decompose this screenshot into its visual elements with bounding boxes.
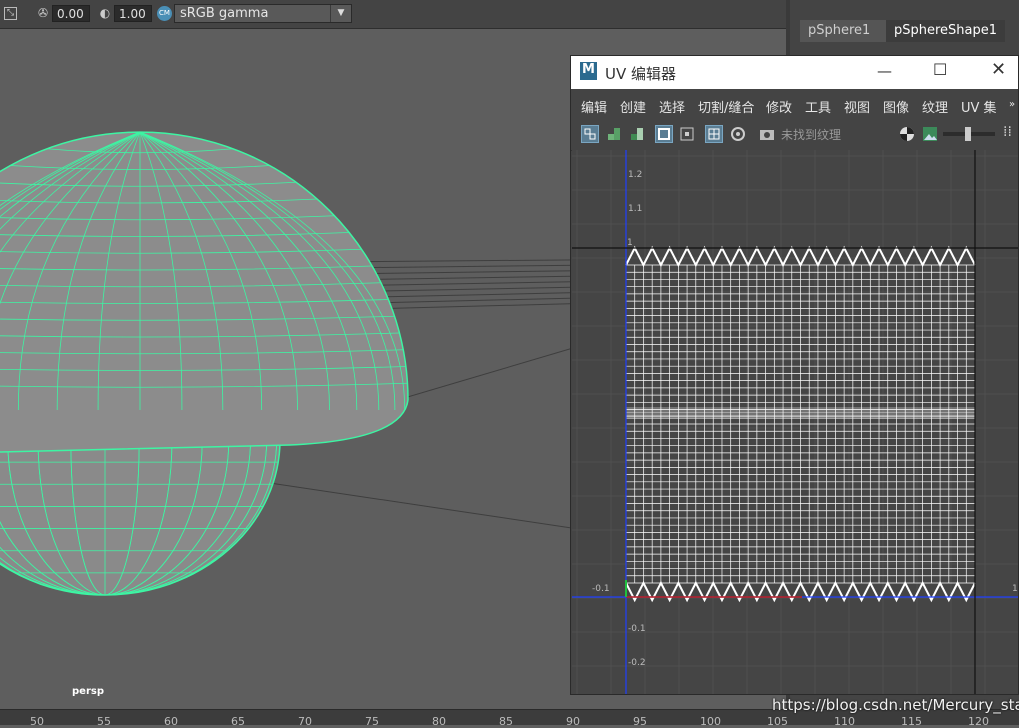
gamma-field[interactable]: 1.00 [114, 5, 152, 22]
timeline-tick: 95 [633, 715, 647, 728]
checker-green-icon[interactable] [605, 125, 623, 143]
menu-cut-sew[interactable]: 切割/缝合 [698, 97, 754, 116]
maximize-button[interactable]: ☐ [933, 60, 947, 79]
uv-menubar: 编辑 创建 选择 切割/缝合 修改 工具 视图 图像 纹理 UV 集 » [571, 89, 1018, 119]
pixel-snap-icon[interactable] [729, 125, 747, 143]
axis-label-u-minus-0-1: -0.1 [592, 584, 610, 594]
distortion-icon[interactable] [678, 125, 696, 143]
uv-layout: 1.2 1.1 1 -0.1 -0.1 -0.2 1 [572, 150, 1018, 694]
timeline-tick: 115 [901, 715, 922, 728]
exposure-field[interactable]: 0.00 [52, 5, 90, 22]
timeline-tick: 105 [767, 715, 788, 728]
menu-uv-sets[interactable]: UV 集 [961, 97, 997, 116]
brightness-slider[interactable] [943, 127, 995, 141]
menu-modify[interactable]: 修改 [766, 97, 792, 116]
uv-toolbar: 未找到纹理 ⁞⁞ [571, 119, 1018, 151]
checker-map-icon[interactable] [898, 125, 916, 143]
exposure-icon[interactable]: ✇ [36, 6, 50, 20]
timeline-tick: 85 [499, 715, 513, 728]
close-button[interactable]: ✕ [991, 59, 1006, 80]
timeline-tick: 65 [231, 715, 245, 728]
menu-tools[interactable]: 工具 [805, 97, 831, 116]
resolution-gate-icon[interactable]: ⤡ [4, 7, 17, 20]
axis-label-u-1: 1 [1012, 584, 1018, 594]
uv-editor-titlebar[interactable]: M UV 编辑器 — ☐ ✕ [571, 56, 1018, 89]
menu-create[interactable]: 创建 [620, 97, 646, 116]
menu-textures[interactable]: 纹理 [922, 97, 948, 116]
watermark-text: https://blog.csdn.net/Mercury_star [772, 696, 1019, 714]
tab-psphereshape1[interactable]: pSphereShape1 [886, 20, 1006, 42]
color-management-icon[interactable]: CM [157, 6, 172, 21]
uv-shell-icon[interactable] [581, 125, 599, 143]
gamma-icon[interactable]: ◐ [98, 6, 112, 20]
image-display-icon[interactable] [921, 125, 939, 143]
timeline-tick: 75 [365, 715, 379, 728]
viewport-toolbar: ⤡ ✇ 0.00 ◐ 1.00 CM sRGB gamma ▼ [0, 0, 786, 29]
axis-label-v-1-2: 1.2 [628, 170, 642, 180]
camera-label: persp [72, 686, 104, 697]
color-space-dropdown[interactable]: sRGB gamma ▼ [174, 4, 352, 23]
camera-icon[interactable] [758, 125, 776, 143]
minimize-button[interactable]: — [877, 62, 892, 80]
toolbar-overflow-icon[interactable]: ⁞⁞ [1003, 124, 1012, 140]
uv-editor-window: M UV 编辑器 — ☐ ✕ 编辑 创建 选择 切割/缝合 修改 工具 视图 图… [570, 55, 1019, 695]
axis-label-v-1: 1 [627, 238, 633, 248]
color-space-value: sRGB gamma [180, 6, 269, 21]
timeline-tick: 90 [566, 715, 580, 728]
tab-psphere1[interactable]: pSphere1 [800, 20, 886, 42]
node-tab-bar: pSphere1 pSphereShape1 [800, 20, 1019, 42]
timeline-tick: 60 [164, 715, 178, 728]
grid-toggle-icon[interactable] [705, 125, 723, 143]
maya-logo-icon: M [580, 62, 597, 80]
menu-image[interactable]: 图像 [883, 97, 909, 116]
timeline-tick: 80 [432, 715, 446, 728]
axis-label-v-minus-0-2: -0.2 [628, 658, 646, 668]
menu-edit[interactable]: 编辑 [581, 97, 607, 116]
slider-handle[interactable] [965, 127, 971, 141]
axis-label-v-1-1: 1.1 [628, 204, 642, 214]
timeline-tick: 100 [700, 715, 721, 728]
menu-view[interactable]: 视图 [844, 97, 870, 116]
timeline-tick: 50 [30, 715, 44, 728]
uv-canvas[interactable]: 1.2 1.1 1 -0.1 -0.1 -0.2 1 [572, 150, 1018, 694]
timeline-tick: 120 [968, 715, 989, 728]
chevron-down-icon: ▼ [330, 5, 351, 22]
texture-status: 未找到纹理 [781, 128, 842, 142]
window-title: UV 编辑器 [605, 65, 677, 83]
texture-border-icon[interactable] [655, 125, 673, 143]
menu-overflow-icon[interactable]: » [1009, 99, 1015, 110]
checker-green-dark-icon[interactable] [628, 125, 646, 143]
menu-select[interactable]: 选择 [659, 97, 685, 116]
timeline-tick: 55 [97, 715, 111, 728]
timeline-tick: 70 [298, 715, 312, 728]
axis-label-v-minus-0-1: -0.1 [628, 624, 646, 634]
timeline-tick: 110 [834, 715, 855, 728]
